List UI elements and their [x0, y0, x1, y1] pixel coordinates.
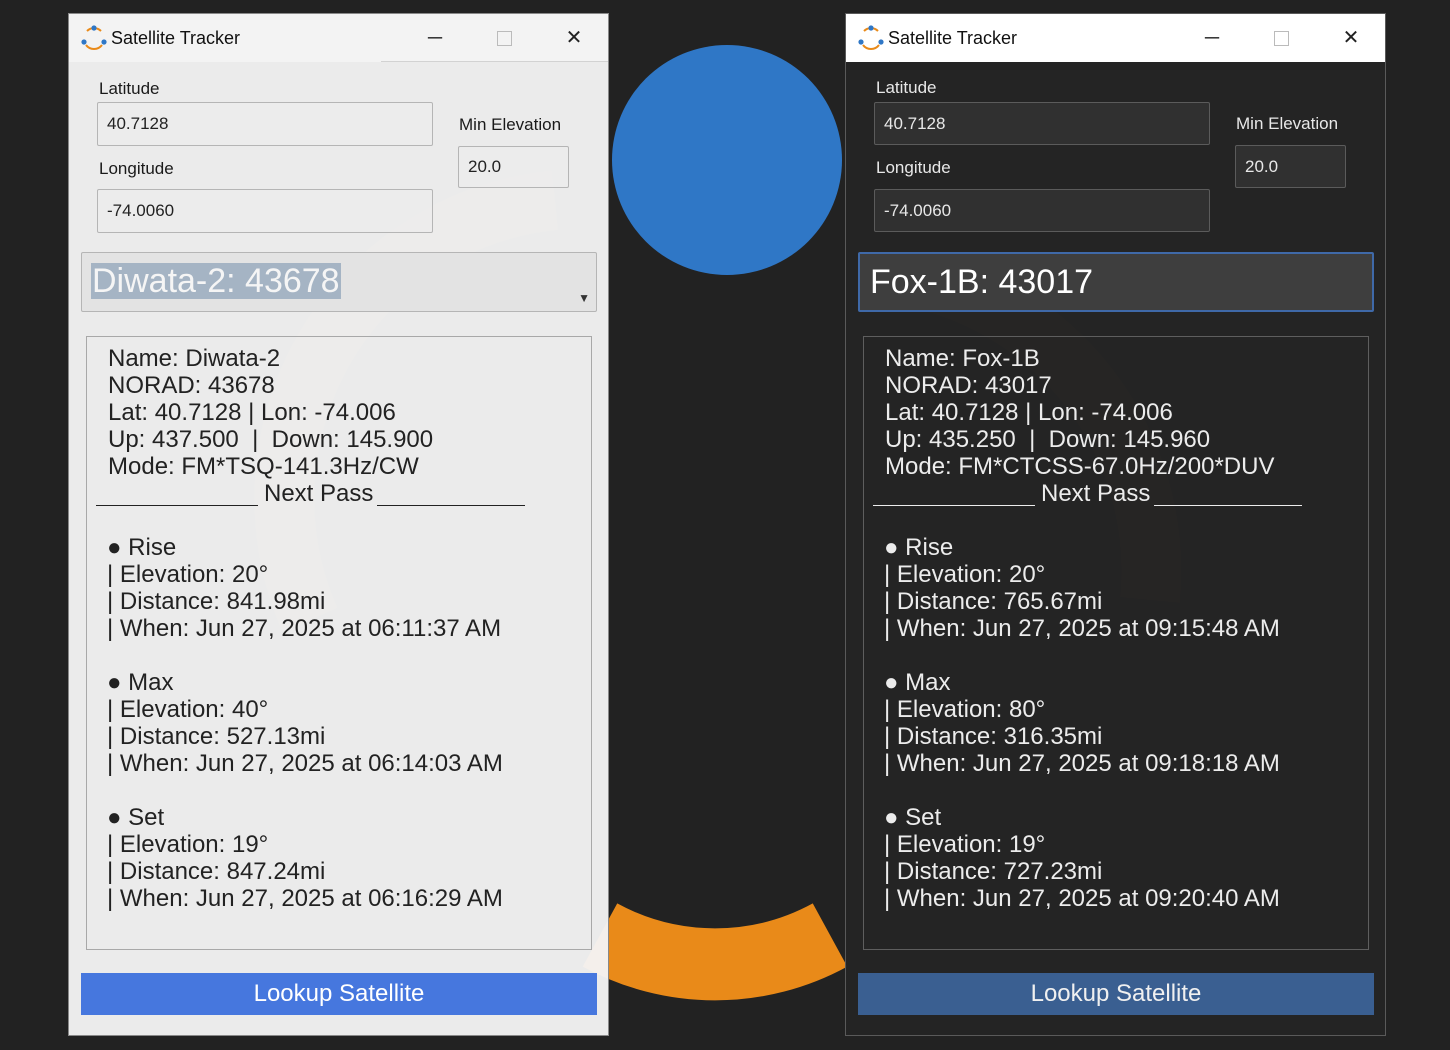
- longitude-input[interactable]: -74.0060: [97, 189, 433, 233]
- next-pass-heading: Next Pass: [264, 480, 374, 507]
- next-pass-heading: Next Pass: [1041, 480, 1151, 507]
- app-satellite-icon: [81, 25, 107, 50]
- latitude-label: Latitude: [876, 78, 937, 97]
- set-distance: | Distance: 847.24mi: [107, 858, 326, 885]
- rise-when: | When: Jun 27, 2025 at 06:11:37 AM: [107, 615, 502, 642]
- info-norad: NORAD: 43678: [108, 372, 275, 399]
- min-elevation-input[interactable]: 20.0: [1235, 145, 1346, 188]
- close-button[interactable]: ✕: [1328, 22, 1374, 54]
- longitude-label: Longitude: [876, 158, 951, 177]
- max-when: | When: Jun 27, 2025 at 09:18:18 AM: [884, 750, 1280, 777]
- app-satellite-icon: [858, 25, 884, 50]
- title-bar[interactable]: Satellite Tracker ─ ✕: [846, 14, 1385, 62]
- longitude-label: Longitude: [99, 159, 174, 178]
- latitude-input[interactable]: 40.7128: [874, 102, 1210, 145]
- min-elevation-label: Min Elevation: [1236, 114, 1339, 133]
- rise-elevation: | Elevation: 20°: [107, 561, 269, 588]
- satellite-info-panel: Name: Diwata-2 NORAD: 43678 Lat: 40.7128…: [86, 336, 592, 950]
- max-heading: ● Max: [884, 669, 951, 696]
- satellite-select-value: Diwata-2: 43678: [91, 262, 341, 300]
- satellite-select[interactable]: Diwata-2: 43678 ▼: [81, 252, 597, 312]
- maximize-button[interactable]: [1258, 22, 1304, 54]
- window-title: Satellite Tracker: [888, 28, 1018, 48]
- tracker-window-light: Satellite Tracker ─ ✕ Latitude 40.7128 M…: [68, 13, 609, 1036]
- window-title: Satellite Tracker: [111, 28, 241, 48]
- tracker-window-dark: Satellite Tracker ─ ✕ Latitude 40.7128 M…: [845, 13, 1386, 1036]
- lookup-satellite-button[interactable]: Lookup Satellite: [858, 973, 1374, 1015]
- max-distance: | Distance: 316.35mi: [884, 723, 1103, 750]
- chevron-down-icon[interactable]: ▼: [578, 291, 590, 305]
- max-elevation: | Elevation: 40°: [107, 696, 269, 723]
- info-name: Name: Fox-1B: [885, 345, 1040, 372]
- set-elevation: | Elevation: 19°: [107, 831, 269, 858]
- satellite-select-value: Fox-1B: 43017: [870, 263, 1094, 301]
- next-pass-divider: Next Pass: [87, 480, 591, 507]
- max-when: | When: Jun 27, 2025 at 06:14:03 AM: [107, 750, 503, 777]
- rise-heading: ● Rise: [107, 534, 177, 561]
- set-when: | When: Jun 27, 2025 at 09:20:40 AM: [884, 885, 1280, 912]
- minimize-button[interactable]: ─: [412, 22, 458, 54]
- satellite-select[interactable]: Fox-1B: 43017: [858, 252, 1374, 312]
- set-when: | When: Jun 27, 2025 at 06:16:29 AM: [107, 885, 503, 912]
- max-heading: ● Max: [107, 669, 174, 696]
- rise-distance: | Distance: 841.98mi: [107, 588, 326, 615]
- info-frequencies: Up: 437.500 | Down: 145.900: [108, 426, 434, 453]
- lookup-satellite-button[interactable]: Lookup Satellite: [81, 973, 597, 1015]
- set-elevation: | Elevation: 19°: [884, 831, 1046, 858]
- info-norad: NORAD: 43017: [885, 372, 1052, 399]
- max-elevation: | Elevation: 80°: [884, 696, 1046, 723]
- min-elevation-label: Min Elevation: [459, 115, 562, 134]
- info-mode: Mode: FM*TSQ-141.3Hz/CW: [108, 453, 419, 480]
- info-latlon: Lat: 40.7128 | Lon: -74.006: [108, 399, 396, 426]
- info-frequencies: Up: 435.250 | Down: 145.960: [885, 426, 1211, 453]
- set-heading: ● Set: [107, 804, 165, 831]
- rise-when: | When: Jun 27, 2025 at 09:15:48 AM: [884, 615, 1280, 642]
- logo-blue-circle: [612, 45, 842, 275]
- satellite-info-panel: Name: Fox-1B NORAD: 43017 Lat: 40.7128 |…: [863, 336, 1369, 950]
- latitude-input[interactable]: 40.7128: [97, 102, 433, 146]
- title-bar[interactable]: Satellite Tracker ─ ✕: [69, 14, 608, 62]
- logo-orange-arc: [582, 903, 848, 1001]
- rise-distance: | Distance: 765.67mi: [884, 588, 1103, 615]
- minimize-button[interactable]: ─: [1189, 22, 1235, 54]
- maximize-button[interactable]: [481, 22, 527, 54]
- info-name: Name: Diwata-2: [108, 345, 281, 372]
- rise-heading: ● Rise: [884, 534, 954, 561]
- close-button[interactable]: ✕: [551, 22, 597, 54]
- set-heading: ● Set: [884, 804, 942, 831]
- latitude-label: Latitude: [99, 79, 160, 98]
- info-mode: Mode: FM*CTCSS-67.0Hz/200*DUV: [885, 453, 1275, 480]
- max-distance: | Distance: 527.13mi: [107, 723, 326, 750]
- min-elevation-input[interactable]: 20.0: [458, 146, 569, 188]
- rise-elevation: | Elevation: 20°: [884, 561, 1046, 588]
- set-distance: | Distance: 727.23mi: [884, 858, 1103, 885]
- info-latlon: Lat: 40.7128 | Lon: -74.006: [885, 399, 1173, 426]
- longitude-input[interactable]: -74.0060: [874, 189, 1210, 232]
- next-pass-divider: Next Pass: [864, 480, 1368, 507]
